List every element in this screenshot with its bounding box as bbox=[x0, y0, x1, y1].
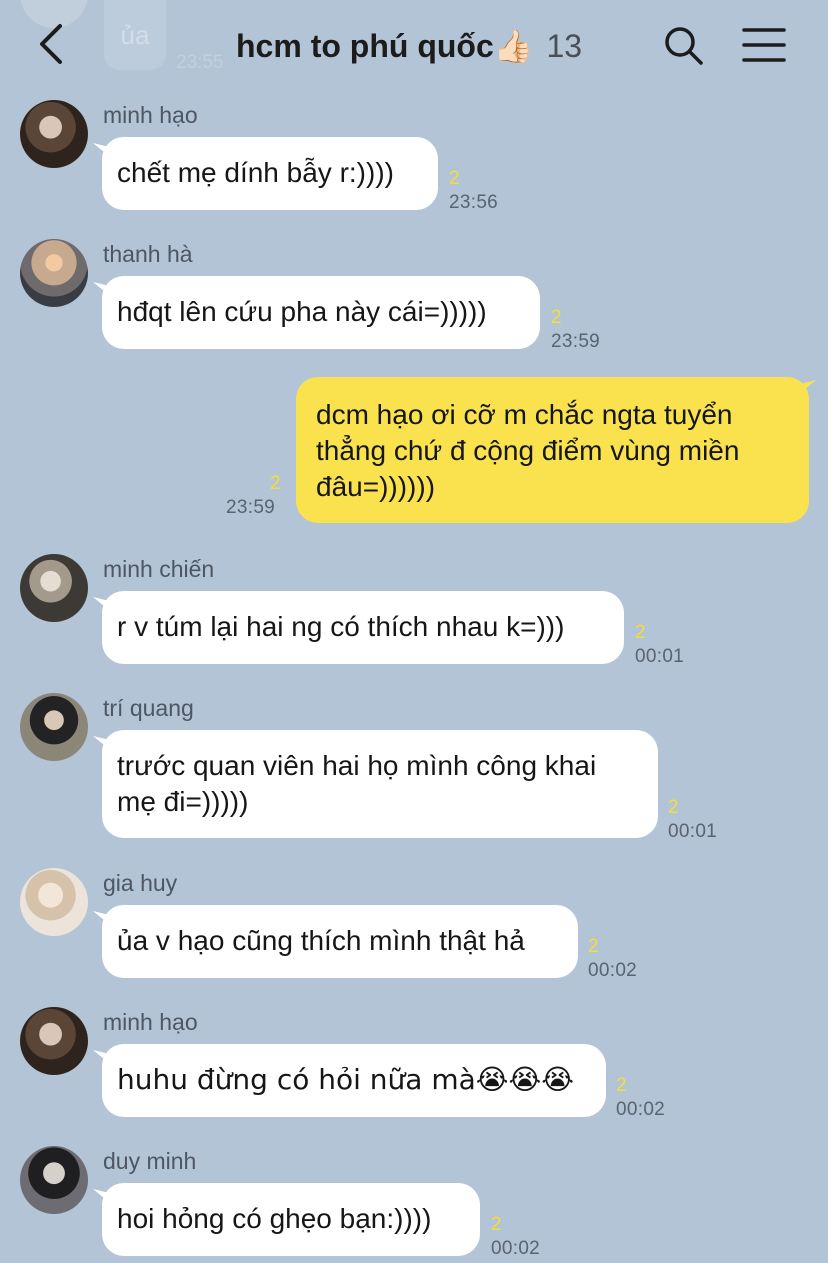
previous-message-time: 23:55 bbox=[176, 52, 224, 73]
avatar[interactable] bbox=[20, 868, 88, 936]
avatar[interactable] bbox=[20, 239, 88, 307]
message-time: 00:02 bbox=[588, 960, 638, 981]
back-button[interactable] bbox=[30, 22, 74, 66]
message-bubble[interactable]: r v túm lại hai ng có thích nhau k=))) bbox=[102, 591, 624, 664]
menu-icon bbox=[742, 28, 786, 62]
message-time: 23:56 bbox=[449, 192, 499, 213]
unread-count: 2 bbox=[588, 936, 599, 957]
unread-count: 2 bbox=[668, 797, 679, 818]
chat-header: ủa 23:55 hcm to phú quốc👍🏻 13 bbox=[0, 0, 828, 92]
chat-title-text: hcm to phú quốc bbox=[236, 28, 494, 64]
unread-count: 2 bbox=[551, 307, 562, 328]
message-time: 00:01 bbox=[668, 821, 718, 842]
avatar[interactable] bbox=[20, 1007, 88, 1075]
unread-count: 2 bbox=[270, 473, 281, 494]
avatar[interactable] bbox=[20, 693, 88, 761]
member-count: 13 bbox=[546, 28, 583, 64]
unread-count: 2 bbox=[449, 168, 460, 189]
my-message-bubble[interactable]: dcm hạo ơi cỡ m chắc ngta tuyển thẳng ch… bbox=[296, 377, 809, 523]
unread-count: 2 bbox=[616, 1075, 627, 1096]
sender-name: minh hạo bbox=[103, 1009, 198, 1035]
sender-name: minh hạo bbox=[103, 102, 198, 128]
sender-name: thanh hà bbox=[103, 241, 193, 267]
avatar[interactable] bbox=[20, 554, 88, 622]
sender-name: minh chiến bbox=[103, 556, 215, 582]
message-time: 23:59 bbox=[551, 331, 601, 352]
message-time: 00:01 bbox=[635, 646, 685, 667]
avatar[interactable] bbox=[20, 100, 88, 168]
message-bubble[interactable]: huhu đừng có hỏi nữa mà😭😭😭 bbox=[102, 1044, 606, 1117]
thumbs-up-icon: 👍🏻 bbox=[493, 27, 534, 65]
search-button[interactable] bbox=[662, 24, 704, 66]
menu-button[interactable] bbox=[742, 26, 786, 64]
message-bubble[interactable]: hoi hỏng có ghẹo bạn:)))) bbox=[102, 1183, 480, 1256]
chevron-left-icon bbox=[40, 24, 62, 64]
message-text: huhu đừng có hỏi nữa mà😭😭😭 bbox=[117, 1063, 574, 1096]
message-time: 23:59 bbox=[226, 497, 276, 518]
avatar[interactable] bbox=[20, 1146, 88, 1214]
sender-name: trí quang bbox=[103, 695, 194, 721]
message-bubble[interactable]: ủa v hạo cũng thích mình thật hả bbox=[102, 905, 578, 978]
sender-name: gia huy bbox=[103, 870, 178, 896]
message-bubble[interactable]: hđqt lên cứu pha này cái=))))) bbox=[102, 276, 540, 349]
message-time: 00:02 bbox=[616, 1099, 666, 1120]
message-bubble[interactable]: chết mẹ dính bẫy r:)))) bbox=[102, 137, 438, 210]
sender-name: duy minh bbox=[103, 1148, 197, 1174]
message-bubble[interactable]: trước quan viên hai họ mình công khai mẹ… bbox=[102, 730, 658, 838]
unread-count: 2 bbox=[491, 1214, 502, 1235]
unread-count: 2 bbox=[635, 622, 646, 643]
message-time: 00:02 bbox=[491, 1238, 541, 1259]
chat-title[interactable]: hcm to phú quốc👍🏻 13 bbox=[236, 26, 582, 66]
search-icon bbox=[665, 27, 703, 65]
previous-message-bubble: ủa bbox=[104, 0, 166, 70]
